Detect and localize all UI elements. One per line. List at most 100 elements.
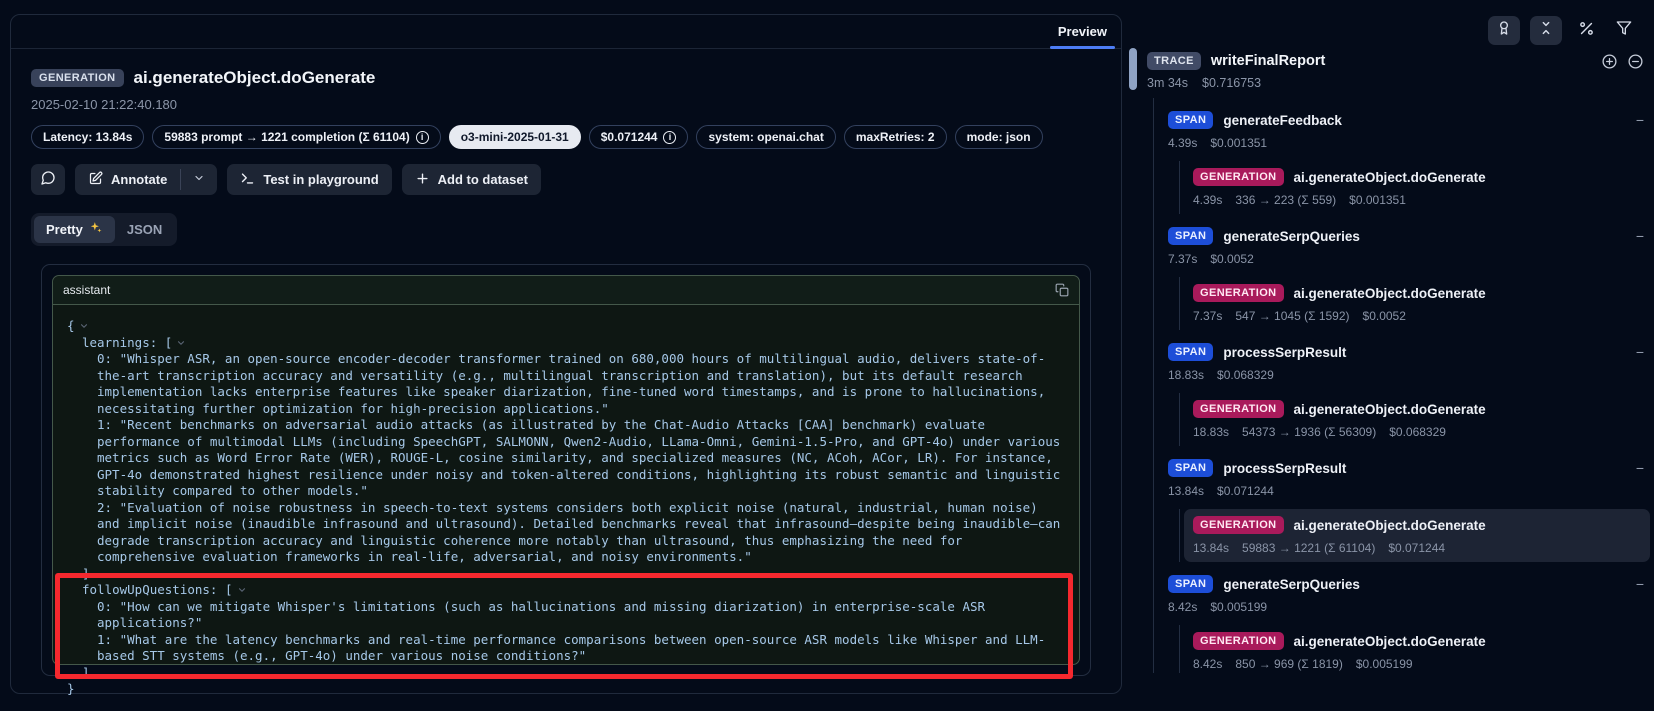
metadata-pill[interactable]: maxRetries: 2 [844, 125, 947, 149]
annotate-button[interactable]: Annotate [75, 164, 180, 195]
metadata-pill[interactable]: o3-mini-2025-01-31 [449, 125, 581, 149]
generation-metrics: 8.42s850 → 969 (Σ 1819)$0.005199 [1193, 657, 1645, 671]
span-row[interactable]: SPAN generateSerpQueries − [1168, 575, 1654, 593]
metadata-pill[interactable]: Latency: 13.84s [31, 125, 144, 149]
toggle-json[interactable]: JSON [115, 217, 174, 242]
code-line: 0: "How can we mitigate Whisper's limita… [67, 599, 1065, 632]
span-badge: SPAN [1168, 227, 1213, 245]
trace-title[interactable]: writeFinalReport [1211, 53, 1591, 69]
pill-label: $0.071244 [601, 130, 658, 144]
trace-span-item: SPANgenerateFeedback−4.39s$0.001351GENER… [1168, 111, 1654, 214]
generation-row-selected[interactable]: GENERATIONai.generateObject.doGenerate13… [1184, 509, 1650, 562]
collapse-chevron-icon[interactable] [176, 335, 186, 352]
generation-cost: $0.068329 [1389, 425, 1446, 439]
metadata-pill[interactable]: system: openai.chat [696, 125, 835, 149]
metadata-pill[interactable]: mode: json [955, 125, 1043, 149]
span-cost: $0.0052 [1210, 252, 1253, 266]
annotate-split-button: Annotate [75, 164, 217, 195]
tab-preview-label: Preview [1058, 24, 1107, 39]
assistant-message-panel: assistant {learnings: [0: "Whisper ASR, … [52, 275, 1080, 665]
trace-tree-sidebar: TRACE writeFinalReport 3m 34s$0.716753 S… [1147, 0, 1654, 673]
metadata-pill[interactable]: $0.071244 i [589, 125, 689, 149]
scores-ribbon-button[interactable] [1488, 16, 1520, 45]
collapse-span-icon[interactable]: − [1636, 460, 1644, 476]
collapse-span-icon[interactable]: − [1636, 344, 1644, 360]
span-row[interactable]: SPANgenerateSerpQueries− [1168, 227, 1654, 245]
fold-vertical-icon [1538, 20, 1554, 41]
generation-tokens: 336 → 223 (Σ 559) [1235, 193, 1336, 207]
code-line-text: 0: "How can we mitigate Whisper's limita… [97, 599, 993, 631]
active-tab-underline [1050, 46, 1115, 49]
collapse-chevron-icon[interactable] [237, 582, 247, 599]
code-line: learnings: [ [67, 335, 1065, 352]
pill-label: maxRetries: 2 [856, 130, 935, 144]
output-card: assistant {learnings: [0: "Whisper ASR, … [41, 264, 1091, 676]
generation-metrics: 18.83s54373 → 1936 (Σ 56309)$0.068329 [1193, 425, 1645, 439]
generation-cost: $0.071244 [1388, 541, 1445, 555]
code-line-text: learnings: [ [82, 335, 172, 350]
generation-name: ai.generateObject.doGenerate [1294, 518, 1486, 533]
tab-preview[interactable]: Preview [1044, 16, 1121, 48]
generation-duration: 4.39s [1193, 193, 1222, 207]
code-line-text: { [67, 318, 75, 333]
generation-name: ai.generateObject.doGenerate [1294, 286, 1486, 301]
plus-icon [415, 171, 430, 189]
code-line-text: followUpQuestions: [ [82, 582, 233, 597]
span-metrics: 7.37s$0.0052 [1168, 252, 1654, 266]
generation-name: ai.generateObject.doGenerate [1294, 634, 1486, 649]
span-row[interactable]: SPANprocessSerpResult− [1168, 343, 1654, 361]
code-line-text: 2: "Evaluation of noise robustness in sp… [97, 500, 1068, 565]
generation-duration: 13.84s [1193, 541, 1229, 555]
observation-preview-card: Preview GENERATION ai.generateObject.doG… [10, 14, 1122, 694]
sparkles-icon [89, 221, 103, 238]
code-line: } [67, 681, 1065, 698]
span-row[interactable]: SPANprocessSerpResult− [1168, 459, 1654, 477]
trace-span-item: SPANprocessSerpResult−13.84s$0.071244GEN… [1168, 459, 1654, 562]
collapse-all-circle-icon[interactable] [1627, 53, 1644, 70]
code-line-text: 1: "What are the latency benchmarks and … [97, 632, 1045, 664]
annotate-dropdown-button[interactable] [181, 164, 217, 195]
generation-badge: GENERATION [1193, 168, 1284, 186]
add-to-dataset-button[interactable]: Add to dataset [402, 164, 541, 195]
info-icon[interactable]: i [663, 131, 676, 144]
funnel-icon [1616, 20, 1632, 41]
comment-icon [40, 170, 56, 189]
span-name: processSerpResult [1223, 461, 1346, 476]
metadata-pill[interactable]: 59883 prompt → 1221 completion (Σ 61104)… [152, 125, 440, 149]
code-line-text: } [67, 681, 75, 696]
scrollbar-thumb[interactable] [1129, 48, 1137, 90]
comment-button[interactable] [31, 164, 65, 195]
toggle-pretty[interactable]: Pretty [34, 216, 115, 243]
collapse-all-button[interactable] [1530, 16, 1562, 45]
expand-all-icon[interactable] [1601, 53, 1618, 70]
generation-row[interactable]: GENERATIONai.generateObject.doGenerate4.… [1184, 161, 1654, 214]
trace-scrollbar[interactable] [1129, 48, 1137, 663]
generation-row[interactable]: GENERATIONai.generateObject.doGenerate7.… [1184, 277, 1654, 330]
collapse-span-icon[interactable]: − [1636, 576, 1644, 592]
add-to-dataset-label: Add to dataset [438, 172, 528, 187]
annotate-label: Annotate [111, 172, 167, 187]
span-row[interactable]: SPANgenerateFeedback− [1168, 111, 1654, 129]
generation-row[interactable]: GENERATIONai.generateObject.doGenerate18… [1184, 393, 1654, 446]
generation-metrics: 4.39s336 → 223 (Σ 559)$0.001351 [1193, 193, 1645, 207]
test-in-playground-button[interactable]: Test in playground [227, 164, 391, 195]
json-label: JSON [127, 222, 162, 237]
generation-tokens: 59883 → 1221 (Σ 61104) [1242, 541, 1375, 555]
span-duration: 13.84s [1168, 484, 1204, 498]
generation-child-wrap: GENERATIONai.generateObject.doGenerate18… [1179, 393, 1654, 446]
info-icon[interactable]: i [416, 131, 429, 144]
followup-questions-block: followUpQuestions: [ 0: "How can we mitig… [67, 582, 1065, 665]
collapse-span-icon[interactable]: − [1636, 228, 1644, 244]
generation-row[interactable]: GENERATIONai.generateObject.doGenerate8.… [1184, 625, 1654, 673]
code-before-block: { learnings: [0: "Whisper ASR, an open-so… [67, 318, 1065, 582]
generation-duration: 8.42s [1193, 657, 1222, 671]
span-badge: SPAN [1168, 575, 1213, 593]
code-line-text: 0: "Whisper ASR, an open-source encoder-… [97, 351, 1053, 416]
span-name: generateSerpQueries [1223, 577, 1360, 592]
copy-icon[interactable] [1055, 283, 1069, 297]
span-metrics: 13.84s$0.071244 [1168, 484, 1654, 498]
filter-button[interactable] [1610, 16, 1638, 45]
metrics-toggle-button[interactable] [1572, 16, 1600, 45]
collapse-chevron-icon[interactable] [79, 318, 89, 335]
collapse-span-icon[interactable]: − [1636, 112, 1644, 128]
